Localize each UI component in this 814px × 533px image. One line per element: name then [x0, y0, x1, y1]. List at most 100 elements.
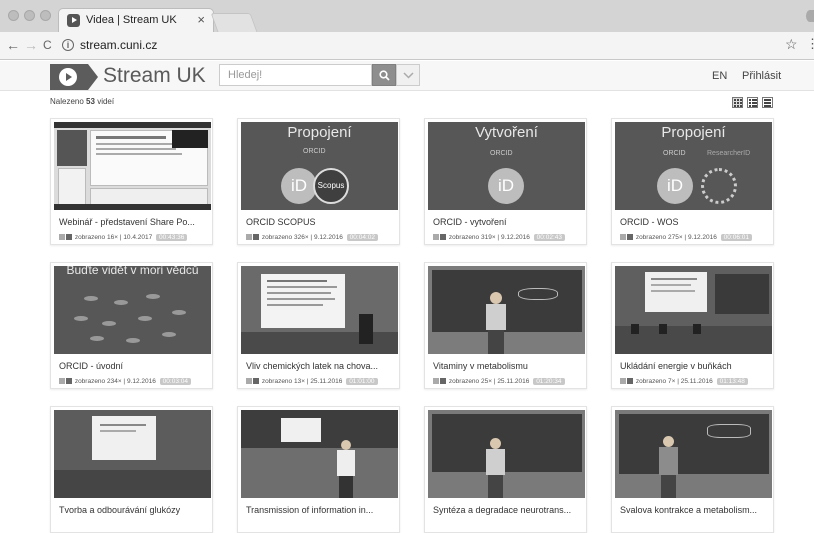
video-title[interactable]: Webinář - představení Share Po... [59, 217, 209, 227]
channel-icon [627, 234, 633, 241]
video-thumbnail[interactable]: Vytvoření ORCID iD [428, 122, 585, 210]
video-title[interactable]: Vitaminy v metabolismu [433, 361, 583, 371]
slide-heading: Buďte vidět v mori vědců [66, 266, 199, 277]
video-title[interactable]: ORCID - vytvoření [433, 217, 583, 227]
language-link[interactable]: EN [712, 70, 727, 82]
site-logo[interactable]: Stream UK [50, 64, 206, 90]
video-title[interactable]: Transmission of information in... [246, 505, 396, 515]
bookmark-star-icon[interactable]: ☆ [785, 36, 798, 53]
tab-title: Videa | Stream UK [86, 14, 177, 26]
video-card[interactable]: Buďte vidět v mori vědců ORCID - úvodní … [50, 262, 213, 389]
browser-tab[interactable]: Videa | Stream UK × [58, 8, 214, 32]
login-link[interactable]: Přihlásit [742, 70, 781, 82]
channel-icon [627, 378, 633, 385]
lock-icon [59, 234, 65, 241]
video-duration: 00:04:02 [346, 234, 378, 241]
video-card[interactable]: Syntéza a degradace neurotrans... [424, 406, 587, 533]
video-thumbnail[interactable]: Propojení ORCID iD Scopus [241, 122, 398, 210]
close-window-icon[interactable] [8, 10, 19, 21]
results-number: 53 [86, 97, 95, 106]
back-icon[interactable]: ← [6, 37, 20, 53]
video-thumbnail[interactable] [241, 410, 398, 498]
video-title[interactable]: Svalova kontrakce a metabolism... [620, 505, 770, 515]
video-title[interactable]: Vliv chemických latek na chova... [246, 361, 396, 371]
results-suffix: videí [97, 97, 115, 106]
search-button[interactable] [372, 64, 396, 86]
video-views: zobrazeno 16× [74, 234, 118, 241]
video-title[interactable]: ORCID - úvodní [59, 361, 209, 371]
video-card[interactable]: Webinář - představení Share Po... zobraz… [50, 118, 213, 245]
play-icon [59, 68, 77, 86]
video-card[interactable]: Ukládání energie v buňkách zobrazeno 7× … [611, 262, 774, 389]
chevron-down-icon [403, 72, 414, 79]
lock-icon [246, 378, 252, 385]
video-duration: 01:01:00 [346, 378, 378, 385]
video-date: 25.11.2016 [310, 378, 343, 385]
video-thumbnail[interactable] [241, 266, 398, 354]
reload-icon[interactable]: C [43, 38, 52, 52]
logo-arrow [88, 64, 98, 90]
video-views: zobrazeno 25× [448, 378, 492, 385]
search-options-button[interactable] [396, 64, 420, 86]
video-thumbnail[interactable] [54, 122, 211, 210]
channel-icon [66, 234, 72, 241]
video-thumbnail[interactable] [54, 410, 211, 498]
url-text[interactable]: stream.cuni.cz [80, 38, 157, 52]
results-prefix: Nalezeno [50, 97, 84, 106]
search-icon [379, 70, 390, 81]
video-title[interactable]: ORCID - WOS [620, 217, 770, 227]
orcid-label: ORCID [490, 150, 513, 157]
orcid-id-icon: iD [281, 168, 317, 204]
video-thumbnail[interactable]: Propojení ORCID ResearcherID iD [615, 122, 772, 210]
maximize-window-icon[interactable] [40, 10, 51, 21]
results-count: Nalezeno 53 videí [50, 97, 114, 106]
video-card[interactable]: Svalova kontrakce a metabolism... [611, 406, 774, 533]
new-tab-button[interactable] [210, 13, 258, 32]
grid-view-icon[interactable] [732, 97, 743, 108]
video-views: zobrazeno 319× [448, 234, 496, 241]
video-title[interactable]: Tvorba a odbourávání glukózy [59, 505, 209, 515]
info-icon[interactable]: i [62, 39, 74, 51]
video-meta: zobrazeno 319× | 9.12.2016 00:02:43 [433, 234, 565, 241]
video-thumbnail[interactable] [615, 266, 772, 354]
video-thumbnail[interactable] [428, 266, 585, 354]
video-card[interactable]: Propojení ORCID iD Scopus ORCID SCOPUS z… [237, 118, 400, 245]
slide-heading: Propojení [287, 124, 352, 141]
browser-tab-bar: Videa | Stream UK × [0, 0, 814, 32]
video-meta: zobrazeno 234× | 9.12.2016 00:03:04 [59, 378, 191, 385]
orcid-id-icon: iD [488, 168, 524, 204]
video-duration: 00:43:36 [156, 234, 188, 241]
channel-icon [440, 378, 446, 385]
lock-icon [433, 234, 439, 241]
tab-close-icon[interactable]: × [197, 12, 205, 27]
minimize-window-icon[interactable] [24, 10, 35, 21]
favicon-icon [67, 14, 80, 27]
profile-icon[interactable] [806, 10, 814, 22]
video-date: 9.12.2016 [313, 234, 343, 241]
scopus-logo: Scopus [313, 168, 349, 204]
list-view-icon[interactable] [747, 97, 758, 108]
video-title[interactable]: Syntéza a degradace neurotrans... [433, 505, 583, 515]
video-card[interactable]: Transmission of information in... [237, 406, 400, 533]
url-field[interactable]: i stream.cuni.cz [62, 37, 782, 55]
forward-icon[interactable]: → [24, 37, 38, 53]
search-input[interactable] [219, 64, 372, 86]
video-card[interactable]: Propojení ORCID ResearcherID iD ORCID - … [611, 118, 774, 245]
video-views: zobrazeno 275× [635, 234, 683, 241]
browser-menu-icon[interactable]: ⋮ [806, 36, 814, 52]
video-duration: 01:20:34 [533, 378, 565, 385]
video-card[interactable]: Vytvoření ORCID iD ORCID - vytvoření zob… [424, 118, 587, 245]
video-meta: zobrazeno 13× | 25.11.2016 01:01:00 [246, 378, 378, 385]
video-date: 9.12.2016 [126, 378, 156, 385]
video-thumbnail[interactable] [428, 410, 585, 498]
video-title[interactable]: ORCID SCOPUS [246, 217, 396, 227]
video-card[interactable]: Vliv chemických latek na chova... zobraz… [237, 262, 400, 389]
video-meta: zobrazeno 7× | 25.11.2016 01:13:48 [620, 378, 748, 385]
video-thumbnail[interactable] [615, 410, 772, 498]
video-card[interactable]: Tvorba a odbourávání glukózy [50, 406, 213, 533]
video-card[interactable]: Vitaminy v metabolismu zobrazeno 25× | 2… [424, 262, 587, 389]
video-title[interactable]: Ukládání energie v buňkách [620, 361, 770, 371]
compact-view-icon[interactable] [762, 97, 773, 108]
video-thumbnail[interactable]: Buďte vidět v mori vědců [54, 266, 211, 354]
video-views: zobrazeno 7× [635, 378, 676, 385]
